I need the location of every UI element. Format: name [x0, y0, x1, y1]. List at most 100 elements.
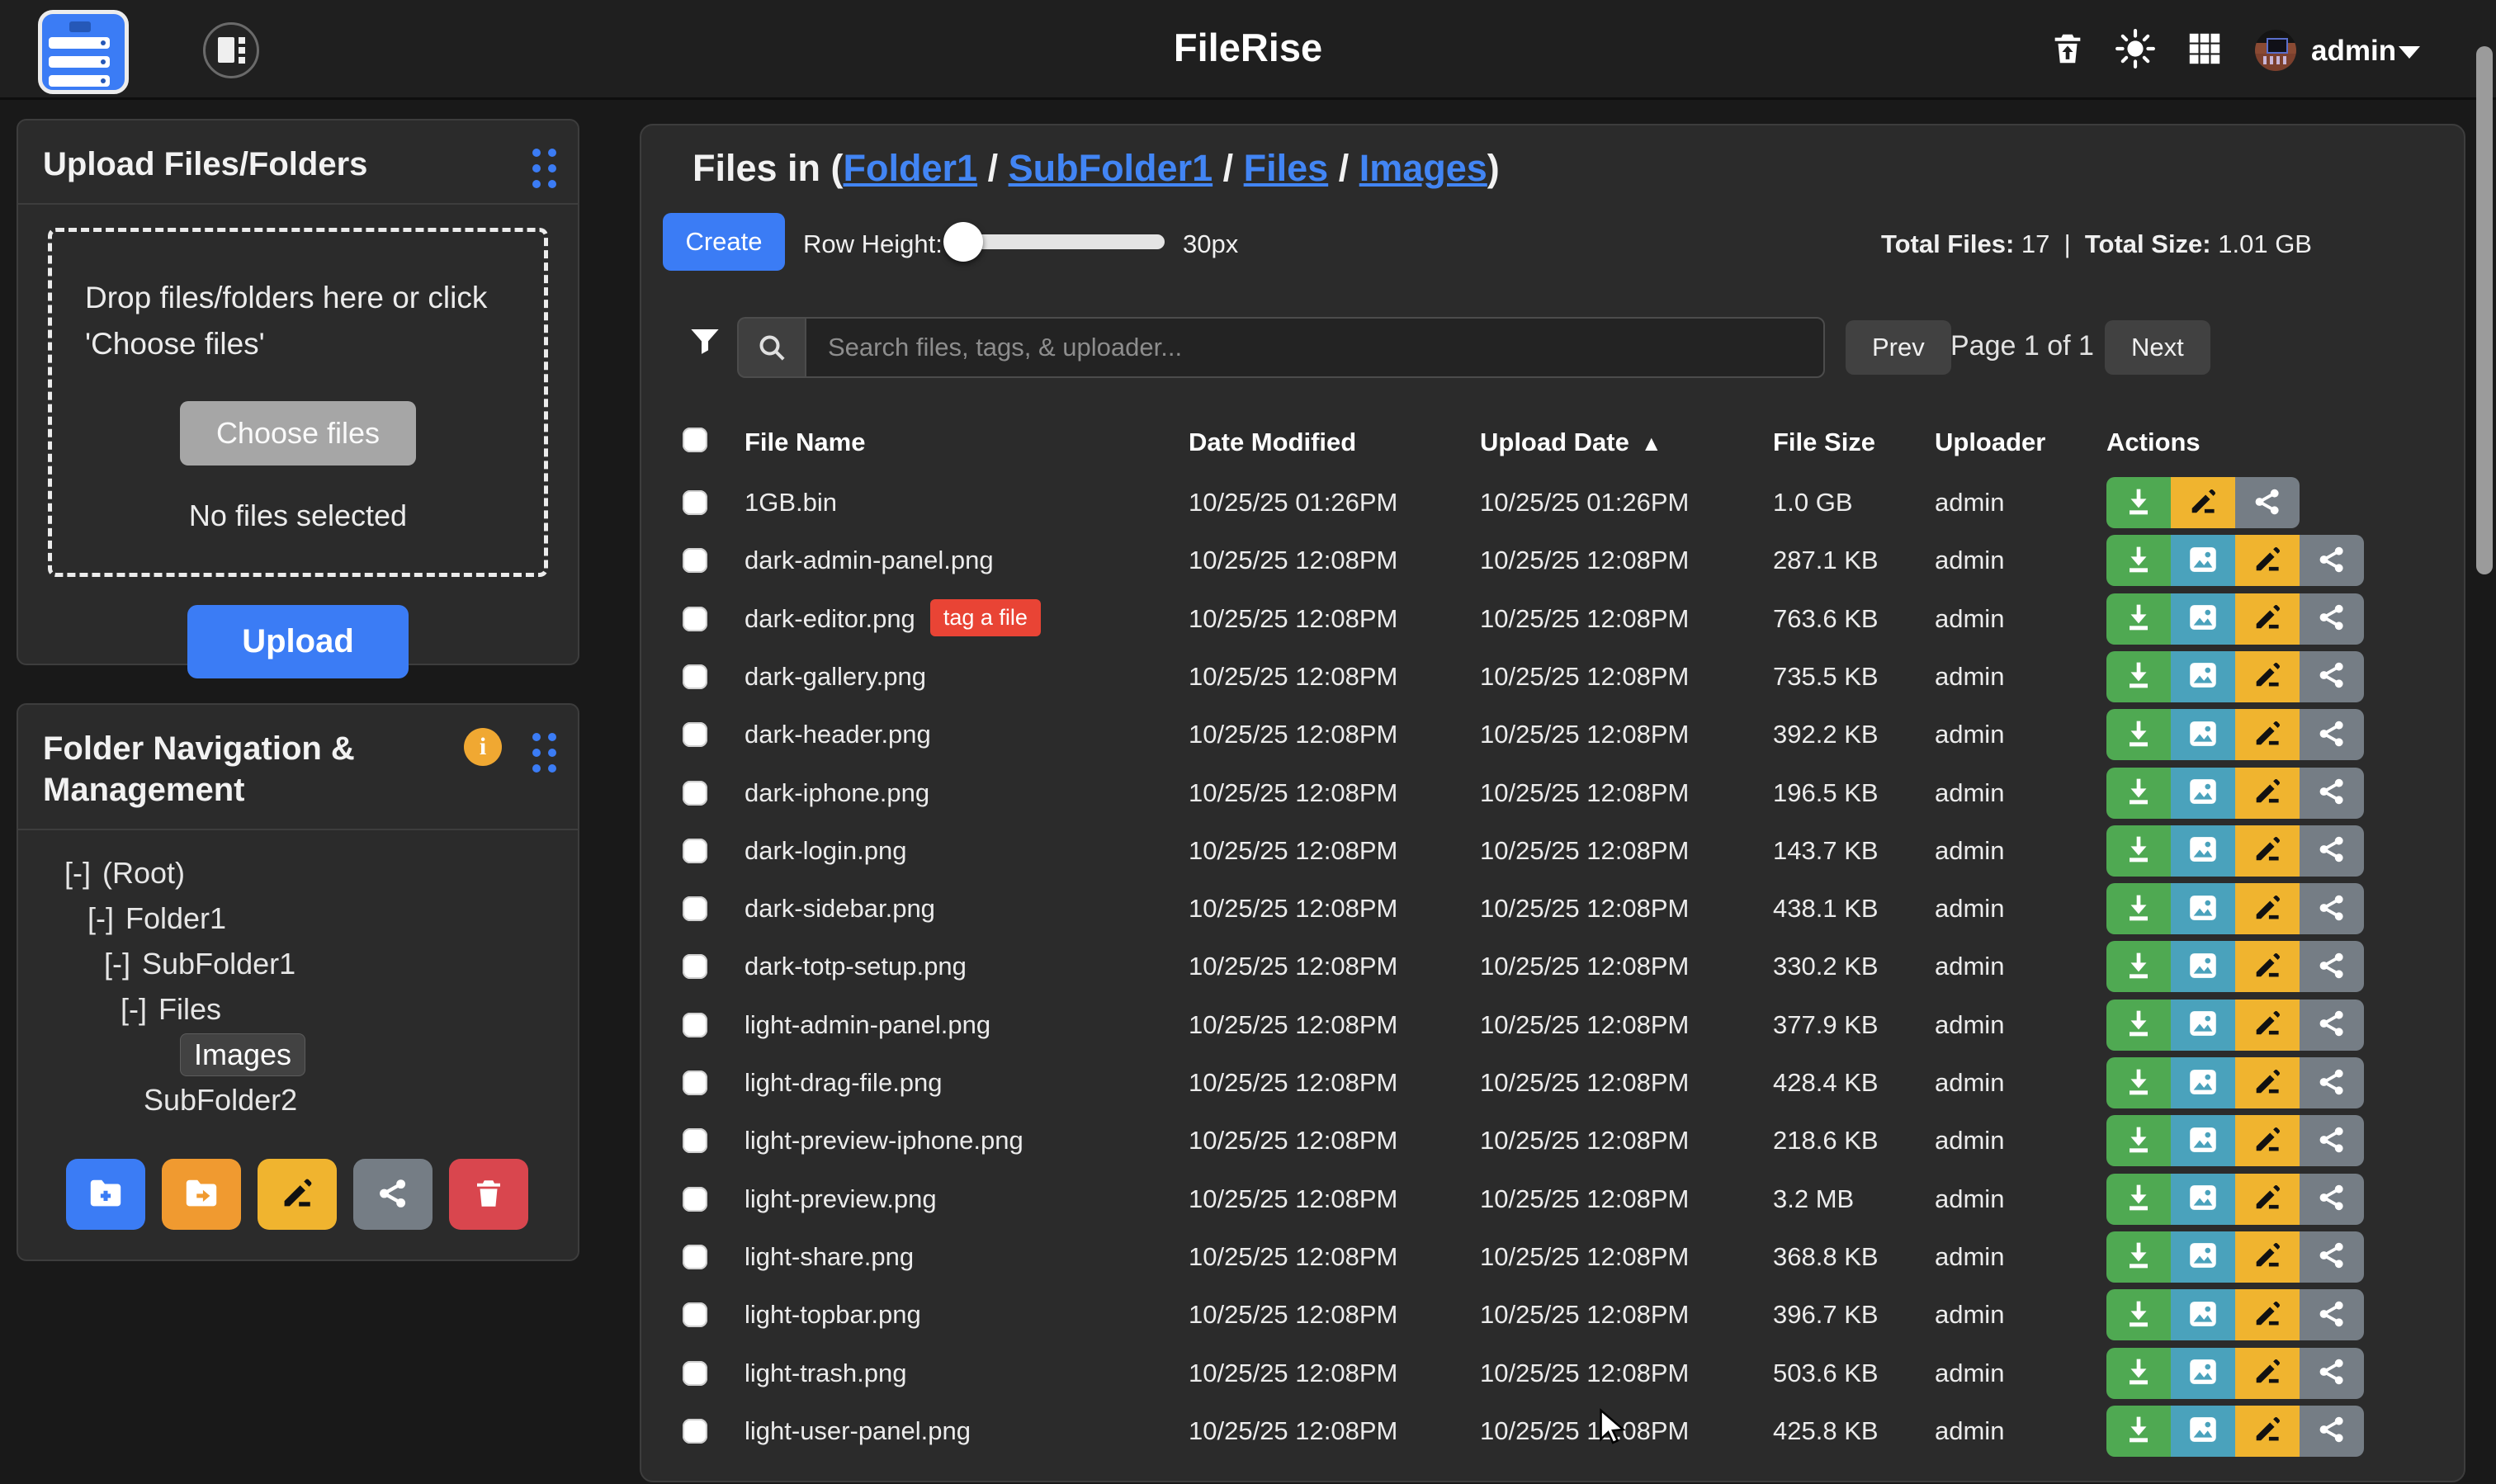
rename-button[interactable] [2235, 535, 2300, 586]
download-button[interactable] [2106, 1000, 2171, 1051]
breadcrumb-link-files[interactable]: Files [1244, 147, 1329, 189]
download-button[interactable] [2106, 1174, 2171, 1225]
share-button[interactable] [2300, 1348, 2364, 1399]
rename-button[interactable] [2235, 1406, 2300, 1457]
row-checkbox[interactable] [683, 839, 707, 863]
rename-button[interactable] [2235, 941, 2300, 992]
row-checkbox[interactable] [683, 1013, 707, 1037]
trash-restore-icon[interactable] [2049, 30, 2087, 72]
preview-button[interactable] [2171, 1406, 2235, 1457]
move-folder-button[interactable] [162, 1159, 241, 1230]
row-height-slider[interactable] [948, 234, 1165, 249]
row-checkbox[interactable] [683, 1245, 707, 1269]
preview-button[interactable] [2171, 768, 2235, 819]
rename-button[interactable] [2235, 1231, 2300, 1283]
download-button[interactable] [2106, 709, 2171, 760]
share-button[interactable] [2300, 1289, 2364, 1340]
share-button[interactable] [2300, 709, 2364, 760]
preview-button[interactable] [2171, 1231, 2235, 1283]
choose-files-button[interactable]: Choose files [180, 401, 416, 466]
breadcrumb-link-images[interactable]: Images [1359, 147, 1487, 189]
download-button[interactable] [2106, 1115, 2171, 1166]
share-button[interactable] [2300, 941, 2364, 992]
rename-button[interactable] [2235, 1000, 2300, 1051]
download-button[interactable] [2106, 1348, 2171, 1399]
folder-tree-item-images[interactable]: Images [18, 1032, 578, 1077]
rename-button[interactable] [2235, 1174, 2300, 1225]
slider-thumb[interactable] [943, 222, 983, 262]
username-label[interactable]: admin [2311, 35, 2396, 68]
rename-button[interactable] [2235, 651, 2300, 702]
rename-button[interactable] [2235, 709, 2300, 760]
download-button[interactable] [2106, 593, 2171, 645]
share-button[interactable] [2300, 825, 2364, 877]
tree-collapse-toggle[interactable]: [-] [104, 947, 130, 981]
preview-button[interactable] [2171, 1289, 2235, 1340]
row-checkbox[interactable] [683, 1070, 707, 1095]
folder-tree-item-files[interactable]: [-]Files [18, 986, 578, 1032]
select-all-checkbox[interactable] [683, 428, 707, 452]
preview-button[interactable] [2171, 1057, 2235, 1108]
download-button[interactable] [2106, 883, 2171, 934]
row-checkbox[interactable] [683, 490, 707, 515]
column-header-date-modified[interactable]: Date Modified [1189, 428, 1356, 457]
folder-tree-item-subfolder2[interactable]: SubFolder2 [18, 1077, 578, 1122]
row-checkbox[interactable] [683, 1419, 707, 1444]
rename-button[interactable] [2235, 1289, 2300, 1340]
folder-tree-item-folder1[interactable]: [-]Folder1 [18, 896, 578, 941]
rename-folder-button[interactable] [258, 1159, 337, 1230]
file-tag-badge[interactable]: tag a file [930, 599, 1041, 636]
rename-button[interactable] [2235, 825, 2300, 877]
preview-button[interactable] [2171, 535, 2235, 586]
preview-button[interactable] [2171, 1115, 2235, 1166]
apps-grid-icon[interactable] [2186, 30, 2224, 72]
share-button[interactable] [2300, 1115, 2364, 1166]
share-button[interactable] [2235, 477, 2300, 528]
share-button[interactable] [2300, 651, 2364, 702]
folder-label[interactable]: (Root) [102, 856, 185, 890]
row-checkbox[interactable] [683, 664, 707, 689]
rename-button[interactable] [2235, 593, 2300, 645]
tree-collapse-toggle[interactable]: [-] [121, 992, 147, 1026]
share-button[interactable] [2300, 768, 2364, 819]
user-menu-chevron-down-icon[interactable] [2399, 46, 2420, 59]
upload-dropzone[interactable]: Drop files/folders here or click 'Choose… [48, 228, 548, 577]
tree-collapse-toggle[interactable]: [-] [64, 856, 91, 890]
row-checkbox[interactable] [683, 781, 707, 806]
preview-button[interactable] [2171, 709, 2235, 760]
tree-collapse-toggle[interactable]: [-] [87, 901, 114, 935]
row-checkbox[interactable] [683, 722, 707, 747]
download-button[interactable] [2106, 651, 2171, 702]
share-folder-button[interactable] [353, 1159, 433, 1230]
rename-button[interactable] [2235, 768, 2300, 819]
folder-tree-item-subfolder1[interactable]: [-] SubFolder1 [18, 941, 578, 986]
row-checkbox[interactable] [683, 548, 707, 573]
folder-label[interactable]: SubFolder1 [142, 947, 295, 981]
rename-button[interactable] [2235, 1057, 2300, 1108]
breadcrumb-link-folder1[interactable]: Folder1 [844, 147, 978, 189]
row-checkbox[interactable] [683, 1302, 707, 1327]
rename-button[interactable] [2235, 1115, 2300, 1166]
column-header-uploader[interactable]: Uploader [1935, 428, 2045, 457]
preview-button[interactable] [2171, 1348, 2235, 1399]
share-button[interactable] [2300, 883, 2364, 934]
filter-funnel-icon[interactable] [688, 324, 722, 362]
drag-handle-icon[interactable] [532, 733, 556, 773]
preview-button[interactable] [2171, 1174, 2235, 1225]
download-button[interactable] [2106, 1057, 2171, 1108]
share-button[interactable] [2300, 1000, 2364, 1051]
download-button[interactable] [2106, 477, 2171, 528]
search-input[interactable] [805, 317, 1825, 378]
breadcrumb-link-subfolder1[interactable]: SubFolder1 [1009, 147, 1213, 189]
selected-folder-badge[interactable]: Images [180, 1033, 305, 1076]
share-button[interactable] [2300, 593, 2364, 645]
create-button[interactable]: Create [663, 213, 785, 271]
next-page-button[interactable]: Next [2105, 320, 2210, 375]
folder-tree-item-root[interactable]: [-] (Root) [18, 850, 578, 896]
row-checkbox[interactable] [683, 896, 707, 921]
drag-handle-icon[interactable] [532, 149, 556, 188]
row-checkbox[interactable] [683, 954, 707, 979]
rename-button[interactable] [2235, 1348, 2300, 1399]
delete-folder-button[interactable] [449, 1159, 528, 1230]
create-folder-button[interactable] [66, 1159, 145, 1230]
